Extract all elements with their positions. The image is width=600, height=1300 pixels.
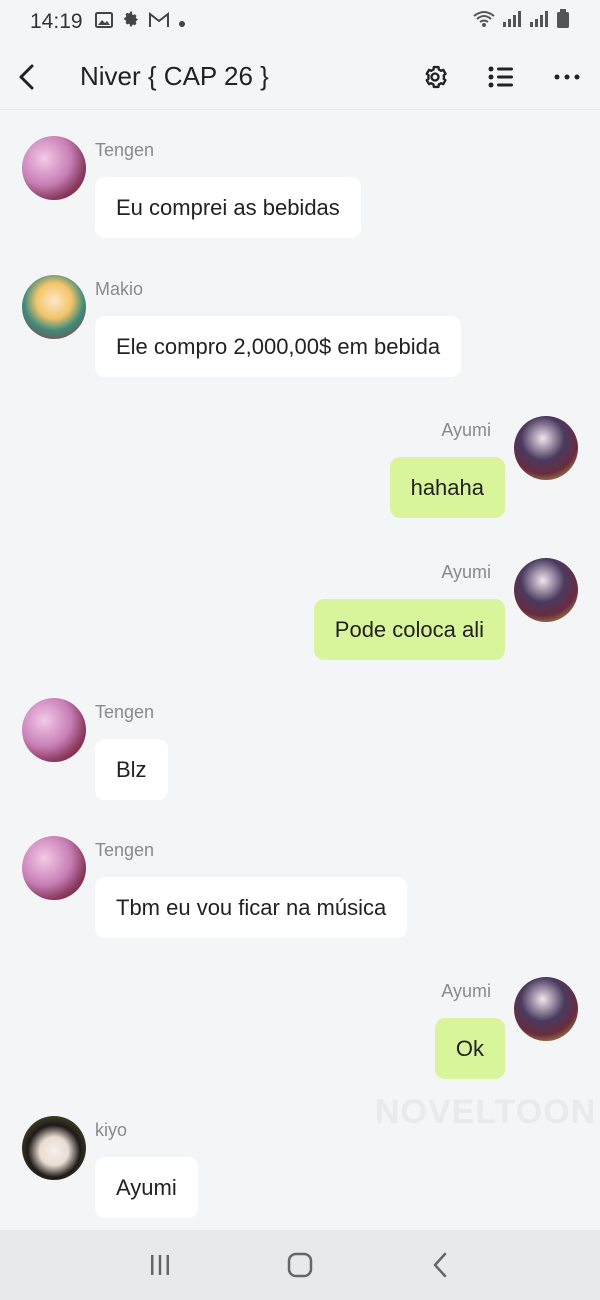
avatar[interactable] <box>22 836 86 900</box>
message-username: Tengen <box>95 702 155 722</box>
page-title: Niver { CAP 26 } <box>80 61 269 91</box>
message-username: Ayumi <box>441 420 491 440</box>
settings-icon <box>425 65 447 88</box>
message-bubble[interactable]: Blz <box>95 739 168 800</box>
settings-button[interactable] <box>410 52 460 102</box>
message-bubble[interactable]: Ayumi <box>95 1157 198 1218</box>
back-nav-button[interactable] <box>410 1235 470 1295</box>
battery-icon <box>556 9 570 35</box>
back-icon <box>433 1252 447 1278</box>
message-bubble[interactable]: Pode coloca ali <box>313 599 505 660</box>
message-bubble[interactable]: hahaha <box>389 457 505 518</box>
list-button[interactable] <box>476 52 526 102</box>
message-list[interactable]: Tengen Eu comprei as bebidas Makio Ele c… <box>0 110 600 1230</box>
message-username: Makio <box>95 279 144 299</box>
signal-icon <box>502 10 522 34</box>
image-icon <box>94 10 113 34</box>
dot-icon <box>178 10 186 34</box>
avatar[interactable] <box>514 416 578 480</box>
status-bar: 14:19 <box>0 0 600 44</box>
back-button[interactable] <box>4 54 50 100</box>
recents-icon <box>151 1255 169 1275</box>
avatar[interactable] <box>22 1116 86 1180</box>
message-bubble[interactable]: Eu comprei as bebidas <box>95 177 361 238</box>
home-button[interactable] <box>270 1235 330 1295</box>
avatar[interactable] <box>22 136 86 200</box>
home-icon <box>287 1252 313 1278</box>
watermark: NOVELTOON <box>375 1093 597 1131</box>
more-button[interactable] <box>542 52 592 102</box>
gear-icon <box>122 10 140 34</box>
chat-header: Niver { CAP 26 } <box>0 44 600 110</box>
chevron-left-icon <box>19 64 34 89</box>
wifi-icon <box>473 10 495 34</box>
system-nav-bar <box>0 1230 600 1300</box>
message-username: Tengen <box>95 840 155 860</box>
avatar[interactable] <box>22 698 86 762</box>
message-bubble[interactable]: Tbm eu vou ficar na música <box>95 877 408 938</box>
recents-button[interactable] <box>130 1235 190 1295</box>
list-icon <box>488 66 513 87</box>
signal-icon <box>529 10 549 34</box>
status-time: 14:19 <box>30 10 83 33</box>
gmail-icon <box>148 10 169 34</box>
message-username: Ayumi <box>441 562 491 582</box>
more-icon <box>554 74 580 79</box>
message-username: Ayumi <box>441 981 491 1001</box>
avatar[interactable] <box>22 275 86 339</box>
message-bubble[interactable]: Ele compro 2,000,00$ em bebida <box>95 316 462 377</box>
message-username: Tengen <box>95 140 155 160</box>
avatar[interactable] <box>514 977 578 1041</box>
message-username: kiyo <box>95 1120 128 1140</box>
message-bubble[interactable]: Ok <box>434 1018 505 1079</box>
avatar[interactable] <box>514 558 578 622</box>
